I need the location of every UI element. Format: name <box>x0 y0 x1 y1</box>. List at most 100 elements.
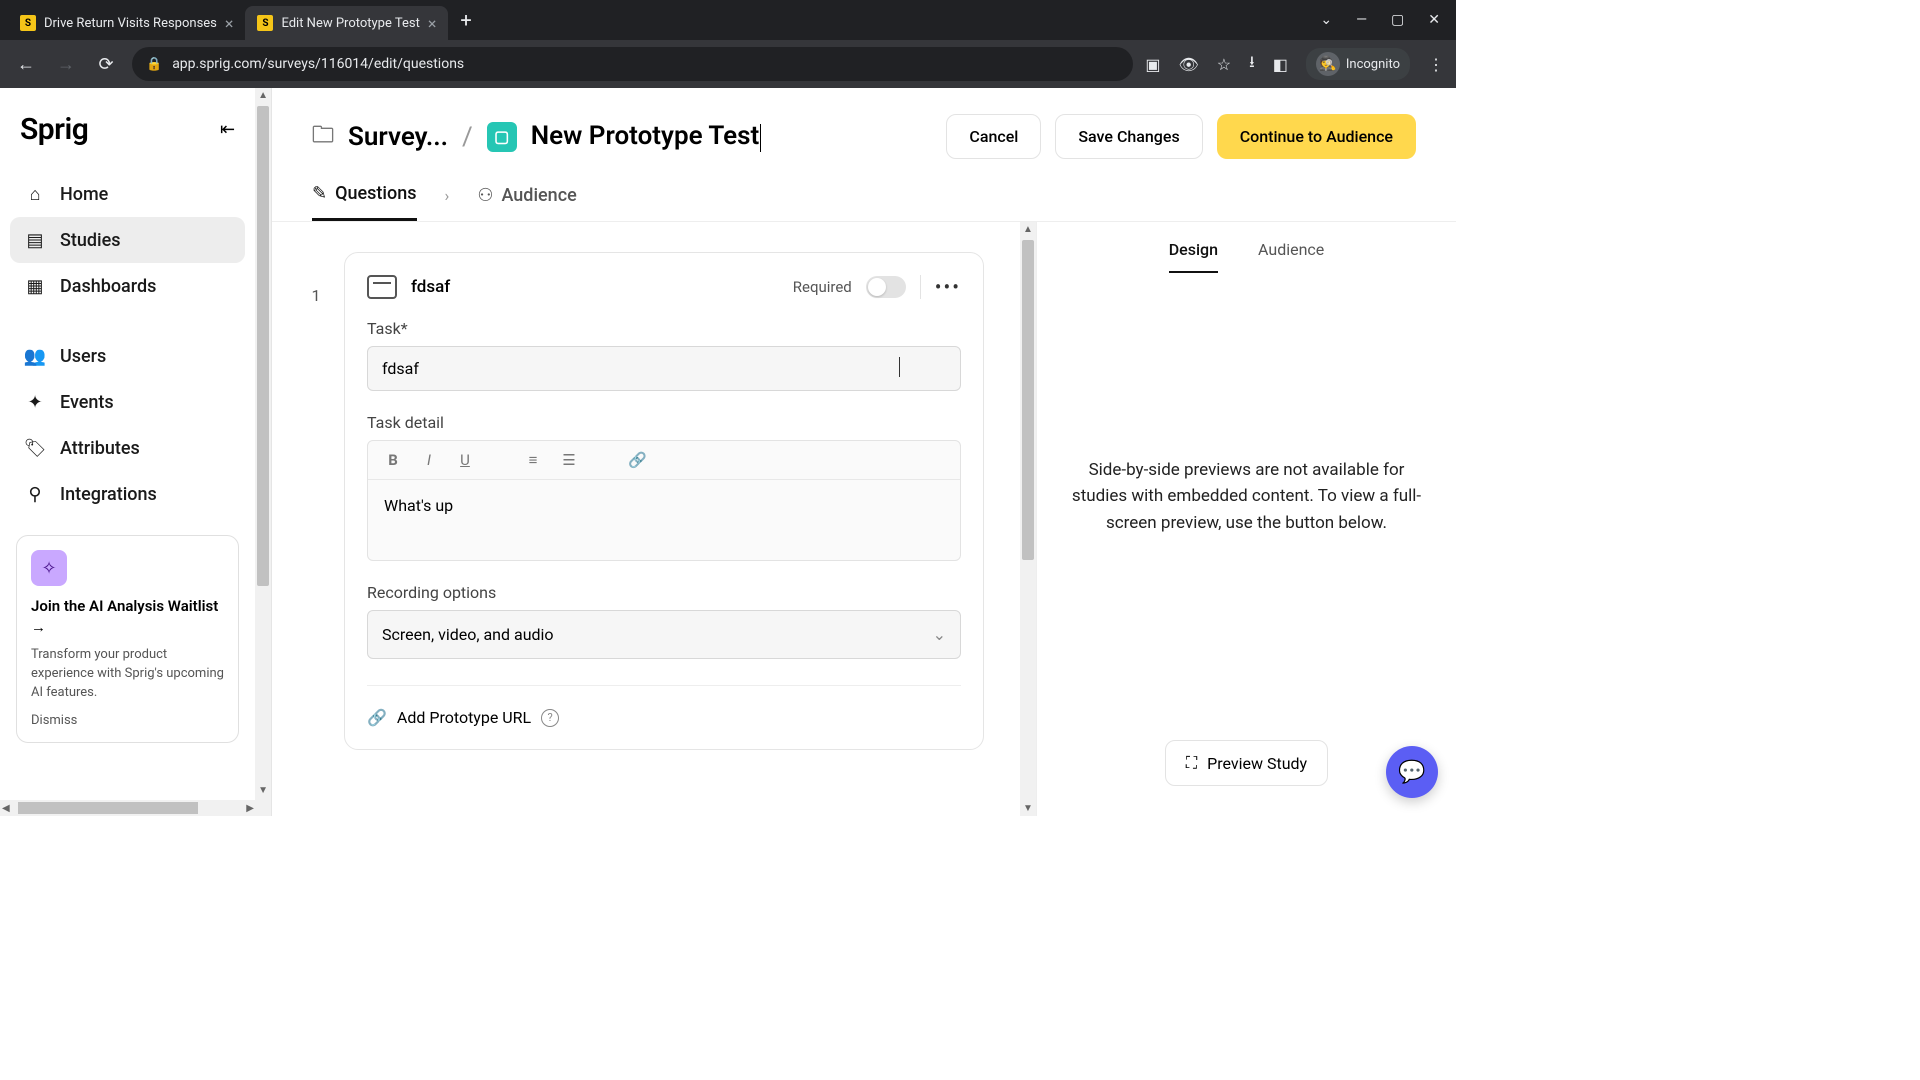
editor-scrollbar[interactable]: ▲ ▼ <box>1020 222 1036 816</box>
close-window-icon[interactable]: ✕ <box>1428 12 1440 28</box>
fullscreen-icon: ⛶ <box>1186 753 1197 773</box>
text-cursor <box>899 357 900 377</box>
scroll-up-icon[interactable]: ▲ <box>255 90 271 101</box>
browser-toolbar: ← → ⟳ 🔒 app.sprig.com/surveys/116014/edi… <box>0 40 1456 88</box>
editor-column: 1 fdsaf Required ••• Task* fdsaf <box>272 222 1036 816</box>
add-prototype-url-row[interactable]: 🔗 Add Prototype URL ? <box>367 685 961 727</box>
tab-questions[interactable]: ✎ Questions <box>312 183 417 221</box>
continue-to-audience-button[interactable]: Continue to Audience <box>1217 114 1416 159</box>
sidepanel-icon[interactable]: ◧ <box>1273 55 1288 74</box>
breadcrumb-root[interactable]: Survey... <box>348 122 448 152</box>
nav-label: Home <box>60 184 108 205</box>
study-title-input[interactable]: New Prototype Test <box>531 121 762 151</box>
main-tabs: ✎ Questions › ⚇ Audience <box>272 159 1456 222</box>
scroll-up-icon[interactable]: ▲ <box>1020 224 1036 235</box>
browser-tab[interactable]: S Edit New Prototype Test × <box>245 6 448 40</box>
required-toggle[interactable] <box>866 276 906 298</box>
close-icon[interactable]: × <box>225 14 234 33</box>
nav-label: Integrations <box>60 484 157 505</box>
tab-audience[interactable]: ⚇ Audience <box>477 183 576 221</box>
preview-study-button[interactable]: ⛶ Preview Study <box>1165 740 1328 786</box>
maximize-icon[interactable]: ▢ <box>1391 12 1404 28</box>
nav-attributes[interactable]: 🏷 Attributes <box>10 425 245 471</box>
integrations-icon: ⚲ <box>24 483 46 505</box>
incognito-badge[interactable]: 🕵 Incognito <box>1306 48 1410 80</box>
tab-label: Audience <box>501 185 576 206</box>
address-bar[interactable]: 🔒 app.sprig.com/surveys/116014/edit/ques… <box>132 47 1133 81</box>
camera-icon[interactable]: ▣ <box>1145 55 1160 74</box>
chat-fab[interactable]: 💬 <box>1386 746 1438 798</box>
preview-tab-design[interactable]: Design <box>1169 240 1218 273</box>
star-icon[interactable]: ☆ <box>1217 55 1231 74</box>
link-icon[interactable]: 🔗 <box>628 451 646 469</box>
scroll-down-icon[interactable]: ▼ <box>255 785 271 796</box>
recording-options-select[interactable]: Screen, video, and audio ⌄ <box>367 610 961 659</box>
unordered-list-icon[interactable]: ☰ <box>560 451 578 469</box>
nav-dashboards[interactable]: ▦ Dashboards <box>10 263 245 309</box>
nav-label: Dashboards <box>60 276 156 297</box>
ai-card-title[interactable]: Join the AI Analysis Waitlist → <box>31 596 224 638</box>
chevron-down-icon: ⌄ <box>933 625 946 644</box>
chat-icon: 💬 <box>1398 760 1425 785</box>
chevron-down-icon[interactable]: ⌄ <box>1320 12 1332 28</box>
sidebar-scrollbar[interactable]: ▲ ▼ <box>255 88 271 816</box>
scrollbar-thumb[interactable] <box>257 106 269 586</box>
question-card: fdsaf Required ••• Task* fdsaf Task deta… <box>344 252 984 750</box>
minimize-icon[interactable]: ― <box>1356 12 1367 28</box>
underline-icon[interactable]: U <box>456 451 474 469</box>
dashboards-icon: ▦ <box>24 275 46 297</box>
preview-tab-audience[interactable]: Audience <box>1258 240 1324 273</box>
brand-logo[interactable]: Sprig <box>20 112 88 147</box>
help-icon[interactable]: ? <box>541 709 559 727</box>
ai-waitlist-card: ✧ Join the AI Analysis Waitlist → Transf… <box>16 535 239 743</box>
menu-icon[interactable]: ⋮ <box>1428 55 1444 74</box>
tab-label: Questions <box>335 183 416 204</box>
sidebar-h-scrollbar[interactable]: ◀ ▶ <box>0 800 256 816</box>
task-input[interactable]: fdsaf <box>367 346 961 391</box>
download-icon[interactable]: ⭳ <box>1249 51 1255 78</box>
bold-icon[interactable]: B <box>384 451 402 469</box>
sparkle-icon: ✧ <box>31 550 67 586</box>
scroll-down-icon[interactable]: ▼ <box>1020 803 1036 814</box>
scrollbar-thumb[interactable] <box>18 802 198 814</box>
tab-title: Edit New Prototype Test <box>281 16 419 31</box>
page-header: 🗀 Survey... / ▢ New Prototype Test Cance… <box>272 88 1456 159</box>
browser-tab[interactable]: S Drive Return Visits Responses × <box>8 6 245 40</box>
nav-label: Studies <box>60 230 121 251</box>
window-controls: ⌄ ― ▢ ✕ <box>1320 12 1448 28</box>
scrollbar-thumb[interactable] <box>1022 240 1034 560</box>
dismiss-link[interactable]: Dismiss <box>31 713 224 728</box>
favicon-icon: S <box>20 15 36 31</box>
reload-button[interactable]: ⟳ <box>92 54 120 75</box>
home-icon: ⌂ <box>24 183 46 205</box>
nav-label: Events <box>60 392 114 413</box>
task-detail-textarea[interactable]: What's up <box>368 480 960 560</box>
nav-events[interactable]: ✦ Events <box>10 379 245 425</box>
attributes-icon: 🏷 <box>24 437 46 459</box>
nav-studies[interactable]: ▤ Studies <box>10 217 245 263</box>
breadcrumb-separator: / <box>462 122 473 152</box>
url-text: app.sprig.com/surveys/116014/edit/questi… <box>172 56 464 72</box>
cancel-button[interactable]: Cancel <box>946 114 1041 159</box>
link-icon: 🔗 <box>367 708 387 727</box>
collapse-sidebar-icon[interactable]: ⇤ <box>220 119 235 140</box>
eye-off-icon[interactable]: 👁 <box>1178 55 1198 74</box>
tab-title: Drive Return Visits Responses <box>44 16 217 31</box>
nav-integrations[interactable]: ⚲ Integrations <box>10 471 245 517</box>
back-button[interactable]: ← <box>12 54 40 75</box>
italic-icon[interactable]: I <box>420 451 438 469</box>
ordered-list-icon[interactable]: ≡ <box>524 451 542 469</box>
scroll-right-icon[interactable]: ▶ <box>246 803 254 814</box>
nav-users[interactable]: 👥 Users <box>10 333 245 379</box>
close-icon[interactable]: × <box>428 14 437 33</box>
prototype-icon: ▢ <box>487 122 517 152</box>
nav-home[interactable]: ⌂ Home <box>10 171 245 217</box>
more-options-button[interactable]: ••• <box>935 275 961 299</box>
save-changes-button[interactable]: Save Changes <box>1055 114 1202 159</box>
task-label: Task* <box>367 319 961 338</box>
scroll-left-icon[interactable]: ◀ <box>2 803 10 814</box>
new-tab-button[interactable]: + <box>448 8 483 32</box>
forward-button[interactable]: → <box>52 54 80 75</box>
preview-tabs: Design Audience <box>1037 222 1456 273</box>
task-detail-editor: B I U ≡ ☰ 🔗 What's up <box>367 440 961 561</box>
